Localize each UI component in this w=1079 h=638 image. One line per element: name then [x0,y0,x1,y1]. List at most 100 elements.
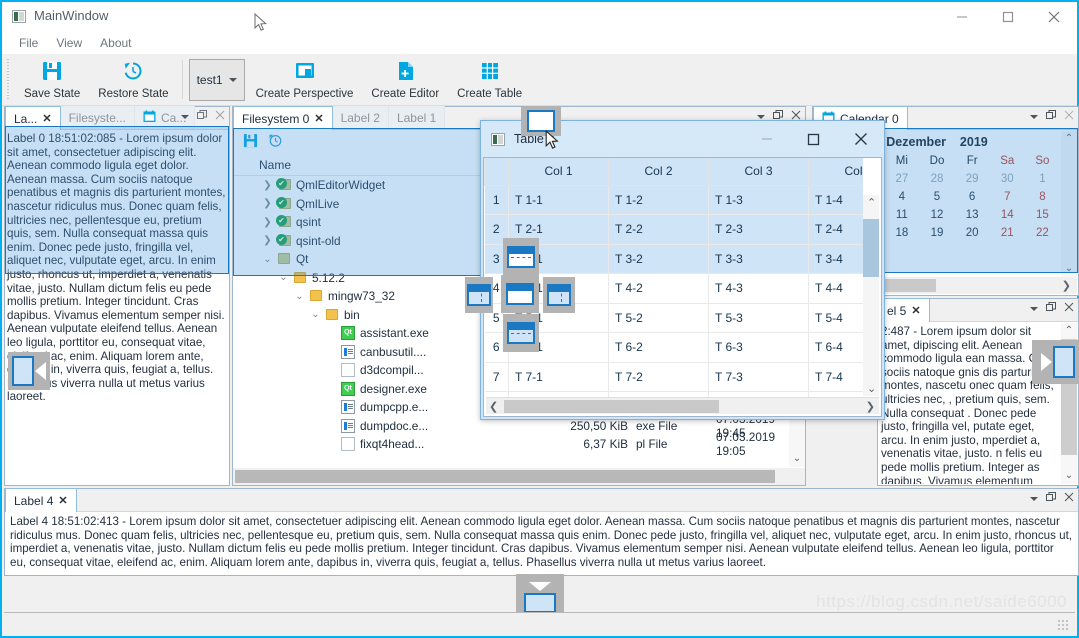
tab-label-5[interactable]: el 5 ✕ [878,298,930,322]
close-button[interactable] [1031,2,1077,32]
create-table-button[interactable]: Create Table [448,54,531,105]
scroll-right-icon[interactable]: ❯ [1062,279,1071,292]
calendar-day-cell[interactable]: 4 [884,188,919,206]
calendar-day-cell[interactable]: 20 [955,224,990,242]
minimize-button[interactable] [939,2,985,32]
expander-icon[interactable]: ⌄ [279,272,288,283]
menu-item-about[interactable]: About [91,34,140,52]
table-scroll-thumb[interactable] [863,219,879,277]
create-perspective-button[interactable]: Create Perspective [247,54,363,105]
table-cell[interactable]: T 3-4 [809,244,864,274]
calendar-day-cell[interactable]: 6 [955,188,990,206]
table-cell[interactable]: T 7-2 [609,362,709,392]
calendar-vertical-scrollbar[interactable]: ⌃ ⌄ [1061,131,1077,277]
maximize-button[interactable] [985,2,1031,32]
calendar-day-cell[interactable]: 7 [990,188,1025,206]
table-cell[interactable]: T 5-3 [709,303,809,333]
scroll-down-icon[interactable]: ⌄ [789,451,805,467]
save-icon[interactable] [243,133,258,151]
calendar-day-cell[interactable]: 5 [919,188,954,206]
fs-tree-row[interactable]: fixqt4head...6,37 KiBpl File07.03.2019 1… [233,435,805,454]
create-editor-button[interactable]: Create Editor [362,54,448,105]
table-cell[interactable]: T 2-3 [709,215,809,245]
dock-indicator-top[interactable] [503,238,539,276]
table-cell[interactable]: T 6-2 [609,333,709,363]
table-cell[interactable]: T 1-3 [709,185,809,215]
minimize-button[interactable] [743,121,790,157]
calendar-day-cell[interactable]: 22 [1025,224,1060,242]
scroll-up-icon[interactable]: ⌃ [1061,131,1077,147]
float-icon[interactable] [1046,110,1056,123]
close-icon[interactable] [1064,302,1074,315]
table-cell[interactable]: T 5-4 [809,303,864,333]
table-cell[interactable]: T 7-1 [509,362,609,392]
scroll-down-icon[interactable]: ⌄ [867,382,876,395]
calendar-year[interactable]: 2019 [960,135,988,149]
float-icon[interactable] [1046,302,1056,315]
float-icon[interactable] [1046,492,1056,505]
table-row-index[interactable]: 7 [485,362,509,392]
table-cell[interactable]: T 7-4 [809,362,864,392]
close-icon[interactable]: ✕ [314,112,323,125]
calendar-month[interactable]: Dezember [886,135,946,149]
scroll-up-icon[interactable]: ⌃ [1061,323,1077,339]
table-cell[interactable]: T 6-3 [709,333,809,363]
dock-area-indicator-left[interactable] [8,352,50,390]
table-column-header[interactable]: Col 2 [609,158,709,185]
maximize-button[interactable] [790,121,837,157]
toolbar-grip[interactable] [5,59,13,100]
expander-icon[interactable]: ❯ [263,217,272,228]
calendar-day-cell[interactable]: 13 [955,206,990,224]
restore-state-button[interactable]: Restore State [89,54,177,105]
table-cell[interactable]: T 6-4 [809,333,864,363]
table-cell[interactable]: T 2-4 [809,215,864,245]
save-state-button[interactable]: Save State [15,54,89,105]
table-cell[interactable]: T 3-3 [709,244,809,274]
table-row-index[interactable]: 1 [485,185,509,215]
table-cell[interactable]: T 1-2 [609,185,709,215]
calendar-day-cell[interactable]: 21 [990,224,1025,242]
table-cell[interactable]: T 7-3 [709,362,809,392]
dock-indicator-center[interactable] [501,275,539,313]
table-row[interactable]: 7T 7-1T 7-2T 7-3T 7-4 [485,362,864,392]
restore-icon[interactable] [268,133,283,151]
table-cell[interactable]: T 1-1 [509,185,609,215]
expander-icon[interactable]: ⌄ [311,309,320,320]
tab-label-0[interactable]: La... ✕ [5,106,61,130]
expander-icon[interactable]: ⌄ [263,254,272,265]
close-icon[interactable]: ✕ [42,112,51,125]
tab-label-4[interactable]: Label 4 ✕ [5,488,77,512]
dock-area-indicator-right[interactable] [1032,340,1079,384]
tab-filesystem-0[interactable]: Filesystem 0 ✕ [233,106,333,130]
close-icon[interactable] [215,110,225,123]
tab-label-2[interactable]: Label 2 [333,106,389,129]
dock-indicator-left[interactable] [465,277,493,313]
scroll-up-icon[interactable]: ⌃ [867,196,876,209]
float-icon[interactable] [197,110,207,123]
table-horizontal-scrollbar[interactable]: ❮ ❯ [486,397,879,414]
calendar-day-cell[interactable]: 1 [1025,170,1060,188]
chevron-down-icon[interactable] [1030,115,1038,119]
close-button[interactable] [837,121,884,157]
table-column-header[interactable]: Col 4 [809,158,864,185]
table-column-header[interactable]: Col 3 [709,158,809,185]
chevron-down-icon[interactable] [1030,307,1038,311]
scroll-left-icon[interactable]: ❮ [489,400,498,413]
calendar-day-cell[interactable]: 30 [990,170,1025,188]
calendar-day-cell[interactable]: 14 [990,206,1025,224]
table-cell[interactable]: T 4-2 [609,274,709,304]
scroll-down-icon[interactable]: ⌄ [1061,468,1077,484]
table-row[interactable]: 1T 1-1T 1-2T 1-3T 1-4 [485,185,864,215]
chevron-down-icon[interactable] [757,115,765,119]
chevron-down-icon[interactable] [1030,497,1038,501]
table-column-header[interactable]: Col 1 [509,158,609,185]
table-cell[interactable]: T 3-2 [609,244,709,274]
fs-horizontal-scrollbar[interactable] [233,468,805,485]
chevron-down-icon[interactable] [181,115,189,119]
calendar-day-cell[interactable]: 15 [1025,206,1060,224]
calendar-day-cell[interactable]: 29 [955,170,990,188]
calendar-day-cell[interactable]: 12 [919,206,954,224]
calendar-day-cell[interactable]: 28 [919,170,954,188]
dock-indicator-bottom[interactable] [503,314,539,352]
expander-icon[interactable]: ⌄ [295,291,304,302]
